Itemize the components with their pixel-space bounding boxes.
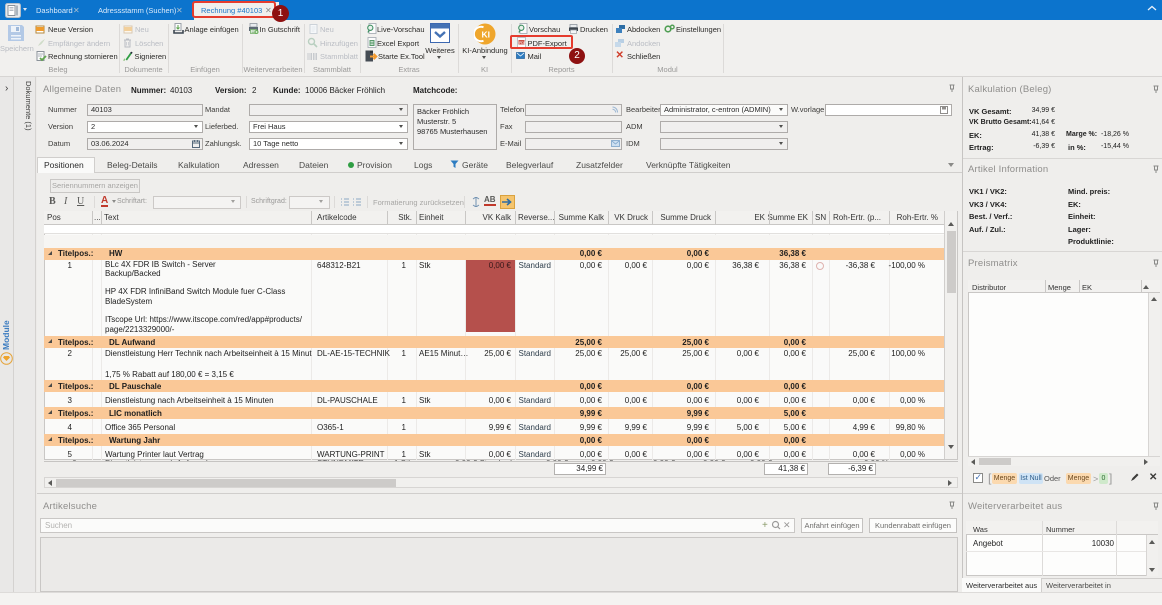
svg-text:KI: KI: [482, 30, 491, 40]
